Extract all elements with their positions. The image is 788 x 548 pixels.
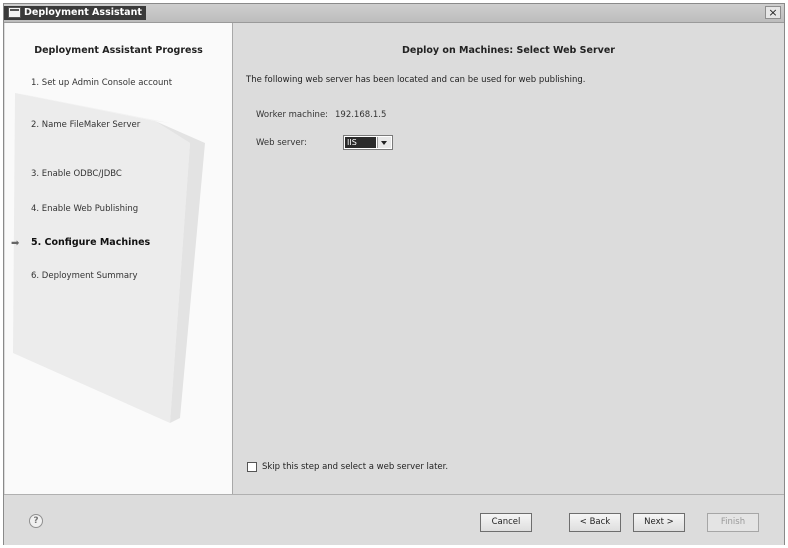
sidebar-title: Deployment Assistant Progress	[34, 45, 203, 56]
main-content: Deploy on Machines: Select Web Server Th…	[233, 23, 784, 494]
worker-machine-label: Worker machine:	[256, 110, 329, 120]
step-setup-admin-console: 1. Set up Admin Console account	[31, 78, 173, 88]
chevron-down-icon[interactable]	[377, 137, 391, 148]
web-server-label: Web server:	[256, 138, 307, 148]
progress-sidebar: Deployment Assistant Progress 1. Set up …	[5, 23, 233, 494]
back-button[interactable]: < Back	[569, 513, 621, 532]
worker-machine-value: 192.168.1.5	[335, 110, 387, 120]
cancel-button[interactable]: Cancel	[480, 513, 532, 532]
window-title: Deployment Assistant	[4, 6, 146, 20]
step-enable-web-publishing: 4. Enable Web Publishing	[31, 204, 139, 214]
next-button[interactable]: Next >	[633, 513, 685, 532]
step-name-filemaker-server: 2. Name FileMaker Server	[31, 120, 141, 130]
title-bar: Deployment Assistant ×	[4, 4, 784, 23]
step-deployment-summary: 6. Deployment Summary	[31, 271, 138, 281]
web-server-dropdown[interactable]: IIS	[343, 135, 393, 150]
app-window-icon	[8, 7, 21, 18]
deployment-assistant-window: Deployment Assistant × Deployment Assist…	[3, 3, 785, 545]
help-icon[interactable]: ?	[29, 514, 43, 528]
step-configure-machines: 5. Configure Machines	[31, 237, 151, 248]
finish-button[interactable]: Finish	[707, 513, 759, 532]
skip-step-label[interactable]: Skip this step and select a web server l…	[262, 462, 448, 472]
step-enable-odbc-jdbc: 3. Enable ODBC/JDBC	[31, 169, 122, 179]
web-server-selected-value: IIS	[345, 137, 376, 148]
intro-text: The following web server has been locate…	[246, 75, 586, 85]
skip-step-checkbox[interactable]	[247, 462, 257, 472]
folder-watermark-graphic	[13, 93, 205, 423]
page-title: Deploy on Machines: Select Web Server	[402, 45, 615, 56]
current-step-arrow-icon: ➡	[11, 238, 20, 249]
button-bar: ? Cancel < Back Next > Finish	[4, 494, 784, 545]
close-button[interactable]: ×	[765, 6, 781, 19]
